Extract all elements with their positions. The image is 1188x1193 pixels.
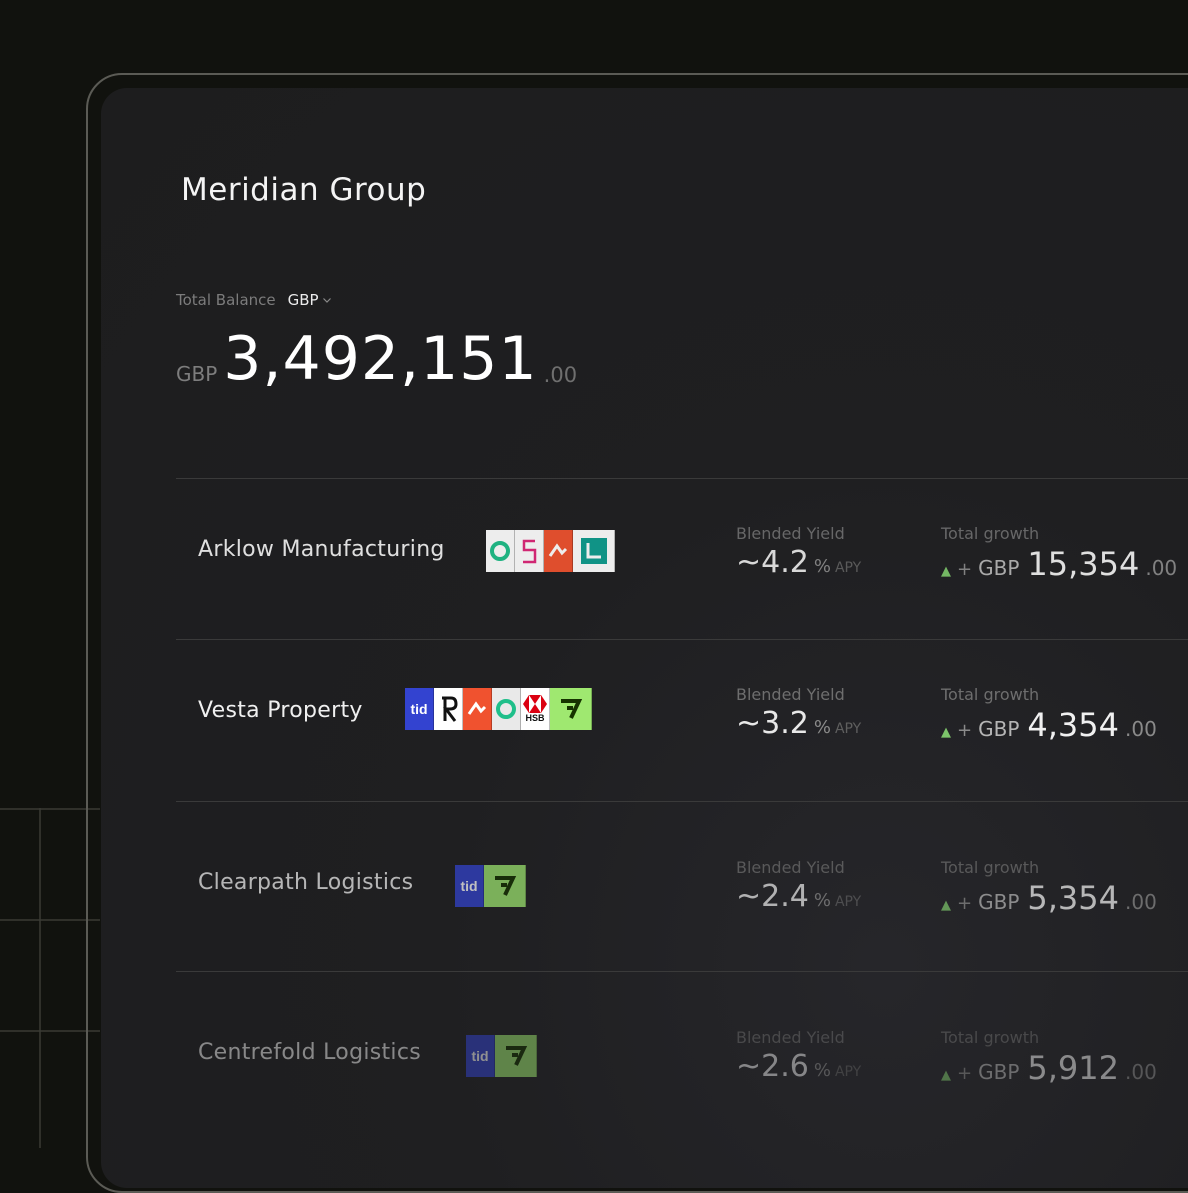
yield-suffix: APY [834,894,862,910]
yield-unit: % [813,717,831,738]
account-name: Clearpath Logistics [198,870,414,895]
yield-number: ~4.2 [736,545,809,580]
growth-sign: + [957,1063,973,1084]
growth-sign: + [957,893,973,914]
bank-logos: tid [455,865,526,907]
account-name: Vesta Property [198,698,363,723]
growth-currency: GBP [978,890,1020,914]
background-grid [0,808,100,1148]
growth-decimal: .00 [1124,1060,1157,1084]
growth-up-triangle-icon: ▲ [941,898,951,913]
balance-decimal: .00 [543,363,578,387]
growth-up-triangle-icon: ▲ [941,1068,951,1083]
tide-logo-text: tid [471,1048,489,1064]
total-growth-label: Total growth [941,524,1040,543]
growth-decimal: .00 [1145,556,1178,580]
blended-yield-value: ~2.4 % APY [736,879,861,914]
total-growth-label: Total growth [941,1028,1040,1047]
account-row-clearpath-logistics[interactable]: Clearpath Logistics tid Blended Yield ~2… [176,802,1188,952]
balance-currency-prefix: GBP [176,362,218,386]
blended-yield-value: ~2.6 % APY [736,1049,861,1084]
total-balance-amount: GBP 3,492,151 .00 [176,326,577,392]
bank-logos: tid [466,1035,537,1077]
wise-logo-icon [484,865,526,907]
balance-header: Total Balance GBP [176,291,332,309]
balance-integer: 3,492,151 [223,324,538,394]
growth-currency: GBP [978,556,1020,580]
yield-suffix: APY [834,1064,862,1080]
account-row-centrefold-logistics[interactable]: Centrefold Logistics tid Blended Yield ~… [176,972,1188,1122]
blended-yield-label: Blended Yield [736,1028,845,1047]
dashboard-panel: Meridian Group Total Balance GBP GBP 3,4… [101,88,1188,1188]
growth-up-triangle-icon: ▲ [941,725,951,740]
bank-logos [486,530,615,572]
growth-sign: + [957,559,973,580]
total-growth-value: ▲ + GBP 4,354 .00 [941,706,1157,744]
account-row-vesta-property[interactable]: Vesta Property tid HSB Blended Yield ~3.… [176,640,1188,790]
ring-logo-icon [492,688,521,730]
blended-yield-label: Blended Yield [736,685,845,704]
yield-suffix: APY [834,560,862,576]
bank-logos: tid HSB [405,688,592,730]
chevron-down-icon [322,298,331,303]
total-growth-value: ▲ + GBP 5,354 .00 [941,879,1157,917]
currency-dropdown-value: GBP [287,291,319,309]
hsbc-logo-text: HSB [525,713,545,723]
hsbc-logo-icon: HSB [521,688,550,730]
yield-number: ~3.2 [736,706,809,741]
wise-logo-icon [550,688,592,730]
growth-integer: 5,354 [1027,879,1119,917]
orange-arrow-logo-icon [544,530,573,572]
blended-yield-label: Blended Yield [736,858,845,877]
company-title: Meridian Group [181,172,427,208]
growth-decimal: .00 [1124,890,1157,914]
blended-yield-value: ~3.2 % APY [736,706,861,741]
growth-sign: + [957,720,973,741]
growth-currency: GBP [978,1060,1020,1084]
growth-integer: 15,354 [1027,545,1140,583]
tide-logo-icon: tid [466,1035,495,1077]
growth-currency: GBP [978,717,1020,741]
growth-up-triangle-icon: ▲ [941,564,951,579]
tide-logo-text: tid [410,701,428,717]
ring-logo-icon [486,530,515,572]
currency-dropdown[interactable]: GBP [288,291,332,309]
yield-unit: % [813,1060,831,1081]
total-growth-label: Total growth [941,685,1040,704]
yield-number: ~2.6 [736,1049,809,1084]
growth-decimal: .00 [1124,717,1157,741]
total-growth-label: Total growth [941,858,1040,877]
total-balance-label: Total Balance [176,291,276,309]
orange-arrow-logo-icon [463,688,492,730]
pink-s-logo-icon [515,530,544,572]
wise-logo-icon [495,1035,537,1077]
tide-logo-text: tid [460,878,478,894]
account-row-arklow-manufacturing[interactable]: Arklow Manufacturing Blended Yield ~4.2 … [176,479,1188,629]
account-name: Centrefold Logistics [198,1040,422,1065]
total-growth-value: ▲ + GBP 5,912 .00 [941,1049,1157,1087]
blended-yield-value: ~4.2 % APY [736,545,861,580]
account-name: Arklow Manufacturing [198,537,445,562]
total-growth-value: ▲ + GBP 15,354 .00 [941,545,1177,583]
growth-integer: 4,354 [1027,706,1119,744]
tide-logo-icon: tid [455,865,484,907]
yield-unit: % [813,556,831,577]
growth-integer: 5,912 [1027,1049,1119,1087]
teal-l-logo-icon [573,530,615,572]
yield-unit: % [813,890,831,911]
yield-number: ~2.4 [736,879,809,914]
revolut-logo-icon [434,688,463,730]
yield-suffix: APY [834,721,862,737]
blended-yield-label: Blended Yield [736,524,845,543]
tide-logo-icon: tid [405,688,434,730]
